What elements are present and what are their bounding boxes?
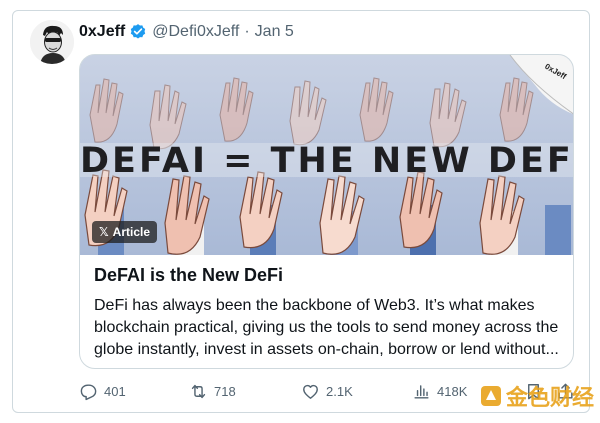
tweet-header: 0xJeff @Defi0xJeff · Jan 5 [79,20,294,44]
author-name[interactable]: 0xJeff [79,23,125,41]
article-badge: 𝕏 Article [92,221,158,243]
repost-button[interactable]: 718 [189,382,236,401]
watermark: 金色财经 [480,380,594,412]
reply-count: 401 [104,384,126,399]
avatar[interactable] [30,20,74,64]
separator-dot: · [244,23,250,40]
repost-count: 718 [214,384,236,399]
x-logo-icon: 𝕏 [99,225,109,239]
post-date[interactable]: Jan 5 [255,23,294,41]
like-count: 2.1K [326,384,353,399]
views-button[interactable]: 418K [412,382,467,401]
watermark-text: 金色财经 [506,386,595,411]
author-handle[interactable]: @Defi0xJeff [152,23,239,41]
heart-icon [303,384,318,399]
like-button[interactable]: 2.1K [301,382,353,401]
reply-icon [80,384,97,401]
article-cover-image: DEFAI = THE NEW DEFI 0xJeff 𝕏 Article [80,55,574,255]
watermark-logo-icon [481,386,501,406]
views-count: 418K [437,384,468,399]
verified-badge-icon [129,23,147,41]
views-chart-icon [414,385,429,399]
article-badge-label: Article [112,225,151,239]
reply-button[interactable]: 401 [79,382,126,401]
article-title[interactable]: DeFAI is the New DeFi [94,265,283,286]
article-description: DeFi has always been the backbone of Web… [94,297,559,358]
cover-title-text: DEFAI = THE NEW DEFI [80,141,574,181]
article-card[interactable]: DEFAI = THE NEW DEFI 0xJeff 𝕏 Article De… [79,54,574,369]
repost-icon [191,384,206,399]
